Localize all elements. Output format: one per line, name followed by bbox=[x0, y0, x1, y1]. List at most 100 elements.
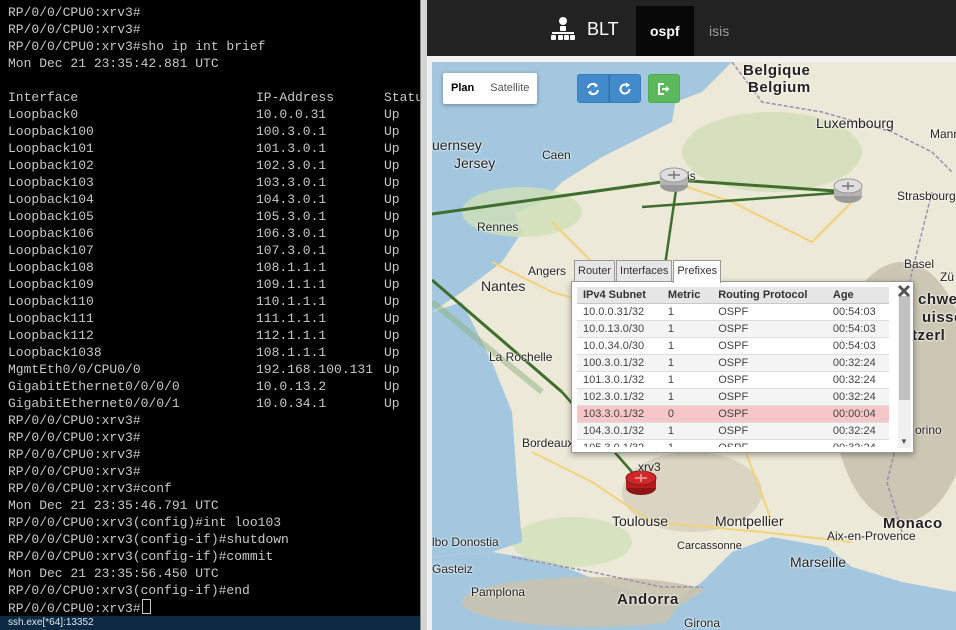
table-cell-age: 00:00:04 bbox=[826, 405, 889, 423]
interface-name: Loopback112 bbox=[8, 328, 94, 343]
interface-name: Loopback110 bbox=[8, 294, 94, 309]
table-cell-subnet: 102.3.0.1/32 bbox=[577, 388, 662, 406]
tab-isis[interactable]: isis bbox=[695, 6, 743, 56]
ip-address: 102.3.0.1 bbox=[256, 158, 327, 173]
interface-status: Up bbox=[384, 141, 400, 156]
router-info-popup[interactable]: Router Interfaces Prefixes IPv4 Subnet Metr… bbox=[571, 260, 914, 453]
tab-ospf[interactable]: ospf bbox=[636, 6, 694, 56]
column-header[interactable]: Routing Protocol bbox=[712, 287, 827, 304]
table-cell-metric: 1 bbox=[661, 337, 713, 355]
terminal-table-row: GigabitEthernet0/0/0/0 10.0.13.2 Up bbox=[8, 378, 420, 395]
interface-status: Up bbox=[384, 209, 400, 224]
city-label: Rennes bbox=[477, 220, 519, 234]
terminal-line: RP/0/0/CPU0:xrv3# bbox=[8, 412, 420, 429]
terminal-table-row: Loopback101 101.3.0.1 Up bbox=[8, 140, 420, 157]
column-header[interactable]: Age bbox=[826, 287, 889, 304]
terminal-line: Mon Dec 21 23:35:46.791 UTC bbox=[8, 497, 420, 514]
terminal-line: RP/0/0/CPU0:xrv3#conf bbox=[8, 480, 420, 497]
table-header-row: IPv4 Subnet Metric Routing Protocol Age bbox=[577, 287, 889, 304]
popup-scrollbar[interactable]: ▼ bbox=[898, 296, 911, 448]
interface-status: Up bbox=[384, 294, 400, 309]
column-header[interactable]: IPv4 Subnet bbox=[577, 287, 662, 304]
ip-address: 192.168.100.131 bbox=[256, 362, 374, 377]
refresh-button[interactable] bbox=[609, 74, 641, 103]
interface-status: Up bbox=[384, 226, 400, 241]
close-icon[interactable] bbox=[897, 284, 911, 298]
city-label: Belgique bbox=[743, 62, 811, 79]
city-label: orino bbox=[915, 423, 942, 437]
table-cell-metric: 1 bbox=[661, 354, 713, 372]
table-cell-subnet: 103.3.0.1/32 bbox=[577, 405, 662, 423]
interface-name: Loopback107 bbox=[8, 243, 94, 258]
terminal-line: RP/0/0/CPU0:xrv3(config-if)#end bbox=[8, 582, 420, 599]
network-tree-icon bbox=[551, 17, 575, 40]
sync-icon bbox=[587, 82, 599, 95]
terminal-table-row: Loopback112 112.1.1.1 Up bbox=[8, 327, 420, 344]
scroll-down-arrow-icon[interactable]: ▼ bbox=[900, 437, 908, 446]
interface-name: Interface bbox=[8, 90, 79, 105]
table-row[interactable]: 10.0.0.31/32 1 OSPF 00:54:03 bbox=[577, 303, 889, 321]
table-row[interactable]: 104.3.0.1/32 1 OSPF 00:32:24 bbox=[577, 422, 889, 440]
city-label: chwe bbox=[918, 291, 956, 308]
window-divider[interactable] bbox=[420, 0, 427, 630]
column-header[interactable]: Metric bbox=[661, 287, 713, 304]
city-label: Zü bbox=[940, 270, 955, 284]
table-cell-subnet: 10.0.13.0/30 bbox=[577, 320, 662, 338]
terminal-text: RP/0/0/CPU0:xrv3#sho ip int brief bbox=[8, 39, 266, 54]
interface-name: GigabitEthernet0/0/0/1 bbox=[8, 396, 180, 411]
city-label: Toulouse bbox=[612, 513, 669, 529]
navbar: BLT ospf isis bbox=[427, 0, 956, 56]
table-row[interactable]: 100.3.0.1/32 1 OSPF 00:32:24 bbox=[577, 354, 889, 372]
terminal-line: RP/0/0/CPU0:xrv3# bbox=[8, 429, 420, 446]
brand[interactable]: BLT bbox=[549, 16, 619, 42]
table-row[interactable]: 102.3.0.1/32 1 OSPF 00:32:24 bbox=[577, 388, 889, 406]
popup-tab-router[interactable]: Router bbox=[574, 260, 616, 281]
terminal-text: RP/0/0/CPU0:xrv3(config-if)#end bbox=[8, 583, 250, 598]
terminal-table-row: Loopback111 111.1.1.1 Up bbox=[8, 310, 420, 327]
city-label: Luxembourg bbox=[816, 115, 894, 131]
terminal-line: Mon Dec 21 23:35:42.881 UTC bbox=[8, 55, 420, 72]
sign-out-button[interactable] bbox=[648, 74, 680, 103]
city-label: La Rochelle bbox=[489, 350, 553, 364]
router-paris-icon[interactable] bbox=[658, 165, 690, 195]
sync-button[interactable] bbox=[577, 74, 609, 103]
terminal-window[interactable]: RP/0/0/CPU0:xrv3# RP/0/0/CPU0:xrv3# RP/0/0… bbox=[0, 0, 420, 630]
table-cell-protocol: OSPF bbox=[712, 439, 827, 447]
table-row[interactable]: 10.0.13.0/30 1 OSPF 00:54:03 bbox=[577, 320, 889, 338]
ip-address: 108.1.1.1 bbox=[256, 260, 327, 275]
city-label: Aix-en-Provence bbox=[827, 529, 916, 543]
popup-tab-prefixes[interactable]: Prefixes bbox=[673, 260, 722, 283]
terminal-cursor bbox=[141, 599, 151, 614]
terminal-text: RP/0/0/CPU0:xrv3# bbox=[8, 413, 141, 428]
table-row[interactable]: 103.3.0.1/32 0 OSPF 00:00:04 bbox=[577, 405, 889, 423]
table-cell-age: 00:54:03 bbox=[826, 303, 889, 321]
popup-tab-interfaces[interactable]: Interfaces bbox=[616, 260, 673, 281]
interface-name: Loopback100 bbox=[8, 124, 94, 139]
prefixes-table-container[interactable]: IPv4 Subnet Metric Routing Protocol Age 10.… bbox=[577, 287, 895, 447]
interface-status: Up bbox=[384, 345, 400, 360]
interface-name: Loopback103 bbox=[8, 175, 94, 190]
map-type-plan-button[interactable]: Plan bbox=[443, 73, 482, 104]
blt-app: BLT ospf isis Belgique Belgium Luxembour… bbox=[427, 0, 956, 630]
city-label: Girona bbox=[684, 616, 721, 630]
terminal-table-row: Loopback103 103.3.0.1 Up bbox=[8, 174, 420, 191]
scrollbar-thumb[interactable] bbox=[899, 296, 910, 400]
map-type-satellite-button[interactable]: Satellite bbox=[482, 73, 537, 104]
ip-address: 10.0.13.2 bbox=[256, 379, 327, 394]
interface-status: Up bbox=[384, 379, 400, 394]
router-strasbourg-icon[interactable] bbox=[832, 176, 864, 206]
terminal-line: RP/0/0/CPU0:xrv3(config)#int loo103 bbox=[8, 514, 420, 531]
table-row[interactable]: 101.3.0.1/32 1 OSPF 00:32:24 bbox=[577, 371, 889, 389]
table-cell-metric: 1 bbox=[661, 303, 713, 321]
map[interactable]: Belgique Belgium Luxembourg uernsey Jers… bbox=[432, 62, 956, 630]
table-row[interactable]: 105.3.0.1/321OSPF00:32:24 bbox=[577, 439, 889, 447]
table-cell-metric: 1 bbox=[661, 371, 713, 389]
table-row[interactable]: 10.0.34.0/30 1 OSPF 00:54:03 bbox=[577, 337, 889, 355]
ip-address: 103.3.0.1 bbox=[256, 175, 327, 190]
terminal-text: RP/0/0/CPU0:xrv3# bbox=[8, 464, 141, 479]
terminal-table-row: Loopback106 106.3.0.1 Up bbox=[8, 225, 420, 242]
city-label: Strasbourg bbox=[897, 189, 956, 203]
terminal-text: Mon Dec 21 23:35:56.450 UTC bbox=[8, 566, 219, 581]
interface-name: Loopback111 bbox=[8, 311, 94, 326]
